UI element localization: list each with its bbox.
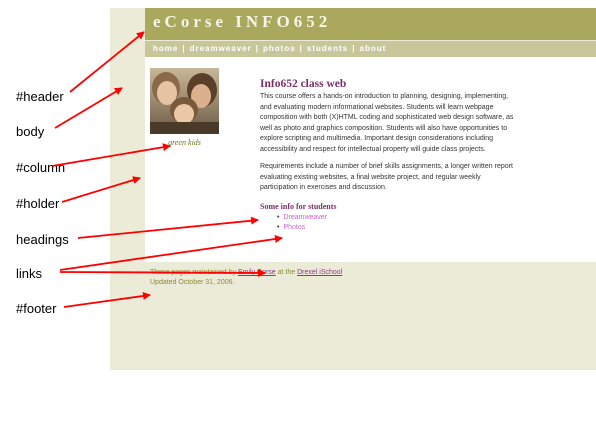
arrow-holder: [61, 176, 141, 203]
arrow-body: [54, 87, 123, 129]
arrow-headings: [77, 216, 259, 239]
arrow-footer: [63, 292, 151, 308]
arrow-links-2: [59, 268, 266, 277]
annotation-arrows: [51, 31, 283, 308]
arrow-links-1: [59, 235, 283, 271]
arrow-column: [51, 143, 171, 167]
arrow-header: [69, 31, 145, 93]
